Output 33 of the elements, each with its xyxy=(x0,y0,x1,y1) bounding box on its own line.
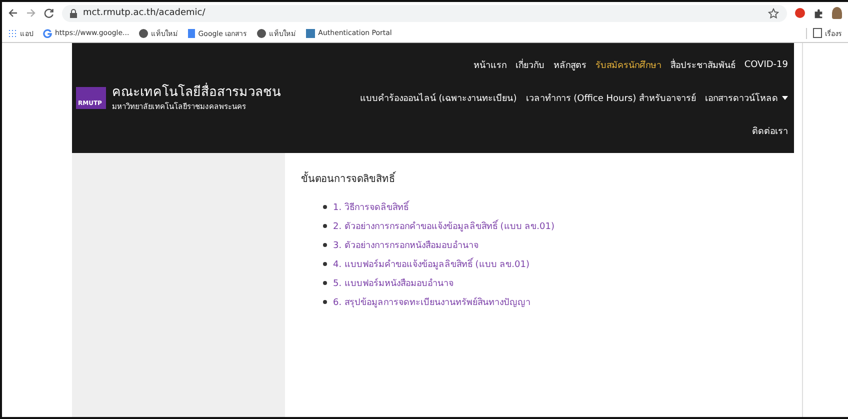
nav-link[interactable]: แบบคำร้องออนไลน์ (เฉพาะงานทะเบียน) xyxy=(360,90,517,105)
avatar-icon[interactable] xyxy=(832,7,842,19)
nav-link[interactable]: หลักสูตร xyxy=(553,58,586,72)
star-icon[interactable] xyxy=(768,8,779,18)
bullet-icon xyxy=(323,281,327,285)
puzzle-icon[interactable] xyxy=(813,8,824,18)
bullet-icon xyxy=(323,205,327,209)
document-link[interactable]: 6. สรุปข้อมูลการจดทะเบียนงานทรัพย์สินทางปัญญา xyxy=(333,295,530,309)
nav-link[interactable]: สื่อประชาสัมพันธ์ xyxy=(670,58,736,72)
google-icon xyxy=(43,28,52,38)
document-link[interactable]: 1. วิธีการจดลิขสิทธิ์ xyxy=(333,200,408,214)
document-link[interactable]: 5. แบบฟอร์มหนังสือมอบอำนาจ xyxy=(333,276,454,290)
address-bar[interactable]: mct.rmutp.ac.th/academic/ xyxy=(62,4,787,22)
nav-link[interactable]: เวลาทำการ (Office Hours) สำหรับอาจารย์ xyxy=(526,90,696,105)
document-link[interactable]: 3. ตัวอย่างการกรอกหนังสือมอบอำนาจ xyxy=(333,238,478,252)
nav-link[interactable]: COVID-19 xyxy=(744,58,788,72)
nav-link[interactable]: เกี่ยวกับ xyxy=(515,58,544,72)
document-link[interactable]: 2. ตัวอย่างการกรอกคำขอแจ้งข้อมูลลิขสิทธิ์ (แบบ ลข.01) xyxy=(333,219,555,233)
lock-icon xyxy=(70,8,77,18)
nav-link[interactable]: รับสมัครนักศึกษา xyxy=(595,58,662,72)
nav-link[interactable]: ติดต่อเรา xyxy=(752,124,788,138)
document-link[interactable]: 4. แบบฟอร์มคำขอแจ้งข้อมูลลิขสิทธิ์ (แบบ ลข.01) xyxy=(333,257,530,271)
bullet-icon xyxy=(323,300,327,304)
bullet-icon xyxy=(323,243,327,247)
reload-icon[interactable] xyxy=(44,8,54,18)
nav-link[interactable]: หน้าแรก xyxy=(473,58,506,72)
caret-icon xyxy=(782,96,788,100)
bullet-icon xyxy=(323,262,327,266)
nav-link[interactable]: เอกสารดาวน์โหลด xyxy=(705,90,788,105)
bullet-icon xyxy=(323,224,327,228)
faculty-name: คณะเทคโนโลยีสื่อสารมวลชน xyxy=(112,84,281,100)
back-icon[interactable] xyxy=(8,8,18,18)
document-icon xyxy=(188,28,196,38)
